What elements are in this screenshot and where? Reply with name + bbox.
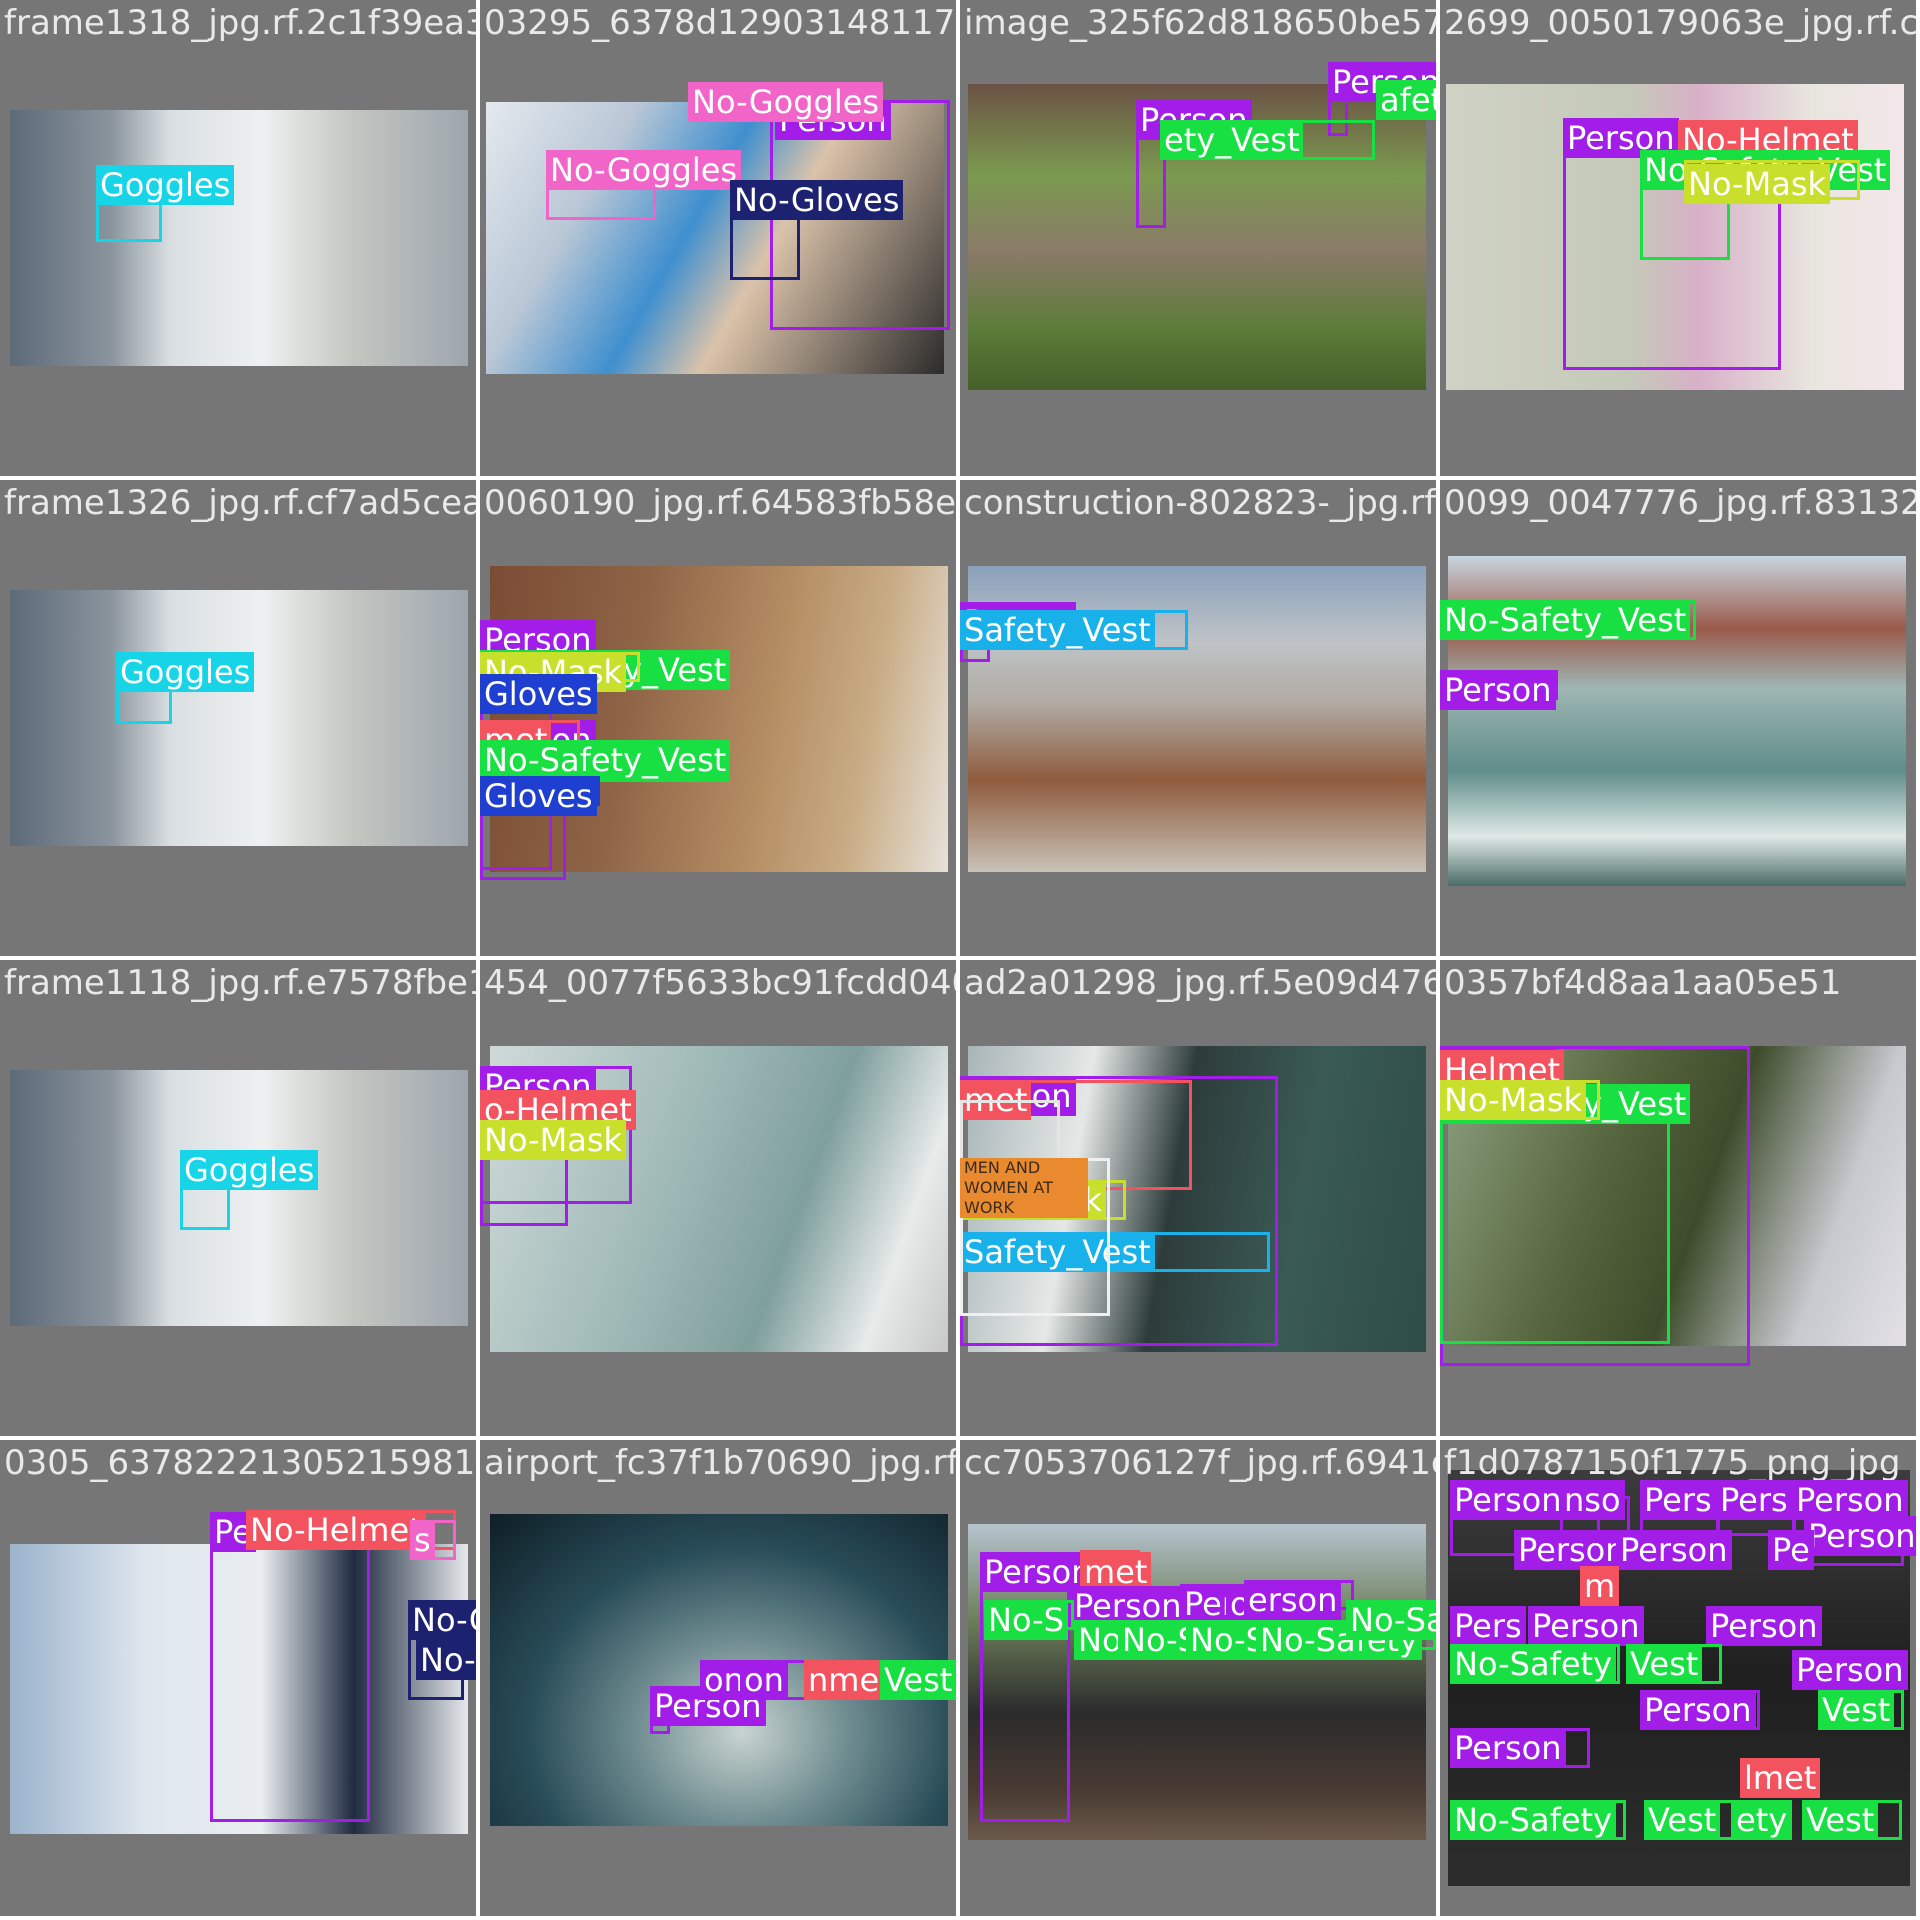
detection-label: afety_Vest [1376,80,1436,120]
detection-label: Vest [1818,1690,1895,1730]
detection-label: erson [1244,1580,1342,1620]
detection-label: Vest [880,1660,956,1700]
detection-label: Goggles [180,1150,319,1190]
mosaic-tile: airport_fc37f1b70690_jpg.rf.cc Person on on… [480,1440,956,1916]
mosaic-tile: 03295_6378d1290314811746PersonNo-Goggles… [480,0,956,476]
detection-label: Pers [1640,1480,1716,1520]
mosaic-tile: f1d0787150f1775_png_jpg Person nso Pers Pers… [1440,1440,1916,1916]
detection-label: Vest [1626,1644,1703,1684]
detection-label: Safety_Vest [960,610,1155,650]
detection-label: Person [1792,1480,1908,1520]
image-filename: frame1118_jpg.rf.e7578fbe1f454_jpg.rf.5b… [4,963,476,1003]
detection-label: Person [1640,1690,1756,1730]
detection-label: Gloves [480,776,597,816]
image-filename: cc7053706127f_jpg.rf.6941dfea5696 [964,1443,1436,1483]
detection-label: No-Gloves [416,1640,476,1680]
detection-label: Person [1616,1530,1732,1570]
mosaic-tile: image_325f62d818650be574Personafety_Vest… [960,0,1436,476]
detection-label: Goggles [116,652,255,692]
detection-label: Person [1440,670,1556,710]
detection-label: on [740,1660,788,1700]
detection-label: No-Safety [1450,1800,1617,1840]
detection-label: No-S [984,1600,1068,1640]
detection-label: Person [1792,1650,1908,1690]
mosaic-tile: 0060190_jpg.rf.64583fb58ed2PersonNo-Safe… [480,480,956,956]
detection-label: Goggles [96,165,235,205]
detection-label: nso [1560,1480,1625,1520]
detection-label: Person [1450,1728,1566,1768]
image-filename: frame1318_jpg.rf.2c1f39ea303291_63781490… [4,3,476,43]
mosaic-tile: construction-802823-_jpg.rf.5c7PersonSaf… [960,480,1436,956]
mosaic-tile: 0357bf4d8aa1aa05e51PersonNo-Safety_VestH… [1440,960,1916,1436]
detection-label: No-Safety_Vest [1440,600,1691,640]
detection-label: No-Mask [1684,164,1831,204]
detection-label: Pe [1768,1530,1814,1570]
mosaic-tile: 454_0077f5633bc91fcdd0403PersoNo-MaskPer… [480,960,956,1436]
mosaic-tile: ad2a01298_jpg.rf.5e09d476c67PersonmetNo-… [960,960,1436,1436]
detection-label: No-Sa [1346,1600,1436,1640]
detection-label: Pers [1716,1480,1792,1520]
detection-label: No-Gloves [730,180,904,220]
training-image [10,110,468,366]
mosaic-tile: 0099_0047776_jpg.rf.83132d No-Safety_Vest… [1440,480,1916,956]
detection-label: No-Safety [1450,1644,1617,1684]
mosaic-tile: 2699_0050179063e_jpg.rf.c0744bPersonNo-H… [1440,0,1916,476]
detection-label: Person [1528,1606,1644,1646]
detection-label: No-Goggles [546,150,742,190]
mosaic-tile: frame1318_jpg.rf.2c1f39ea303291_63781490… [0,0,476,476]
detection-label: No-Mask [1440,1080,1587,1120]
image-filename: 0357bf4d8aa1aa05e51 [1444,963,1842,1003]
detection-label: No-Safety_Vest [480,740,731,780]
detection-label: No-Goggles [688,82,884,122]
detection-label: No-Mask [480,1120,627,1160]
image-filename: 03295_6378d1290314811746 [484,3,956,43]
mosaic-tile: frame1118_jpg.rf.e7578fbe1f454_jpg.rf.5b… [0,960,476,1436]
training-image [10,1070,468,1326]
mosaic-tile: cc7053706127f_jpg.rf.6941dfea5696Personm… [960,1440,1436,1916]
mosaic-tile: 0305_637822213052159816ajpg.rf.fc37f1b70… [0,1440,476,1916]
detection-label: s [410,1520,435,1560]
detection-label: Person [1450,1480,1566,1520]
mosaic-grid: frame1318_jpg.rf.2c1f39ea303291_63781490… [0,0,1920,1920]
detection-label: Person [1804,1516,1916,1556]
image-filename: image_325f62d818650be574 [964,3,1436,43]
detection-label: m [1580,1566,1620,1606]
detection-label: Vest [1802,1800,1879,1840]
detection-label: Gloves [480,674,597,714]
detection-label: ety [1732,1800,1792,1840]
detection-label: No-Helmet [246,1510,426,1550]
detection-label: MEN AND WOMEN AT WORK [960,1158,1088,1218]
detection-box [210,1512,370,1822]
image-filename: 0305_637822213052159816ajpg.rf.fc37f1b70… [4,1443,476,1483]
image-filename: frame1326_jpg.rf.cf7ad5cea0060190_jpg.rf… [4,483,476,523]
detection-label: Person [1514,1530,1630,1570]
mosaic-tile: frame1326_jpg.rf.cf7ad5cea0060190_jpg.rf… [0,480,476,956]
image-filename: ad2a01298_jpg.rf.5e09d476c67 [964,963,1436,1003]
detection-label: Pers [1450,1606,1526,1646]
image-filename: construction-802823-_jpg.rf.5c7 [964,483,1436,523]
image-filename: 2699_0050179063e_jpg.rf.c0744b [1444,3,1916,43]
detection-label: ety_Vest [1160,120,1304,160]
image-filename: airport_fc37f1b70690_jpg.rf.cc [484,1443,956,1483]
detection-label: Person [1706,1606,1822,1646]
detection-label: lmet [1740,1758,1821,1798]
image-filename: f1d0787150f1775_png_jpg [1444,1443,1901,1483]
training-image [10,590,468,846]
image-filename: 454_0077f5633bc91fcdd0403 [484,963,956,1003]
detection-label: Vest [1644,1800,1721,1840]
detection-label: No-Gloves [408,1600,476,1640]
image-filename: 0099_0047776_jpg.rf.83132d [1444,483,1916,523]
image-filename: 0060190_jpg.rf.64583fb58ed2 [484,483,956,523]
